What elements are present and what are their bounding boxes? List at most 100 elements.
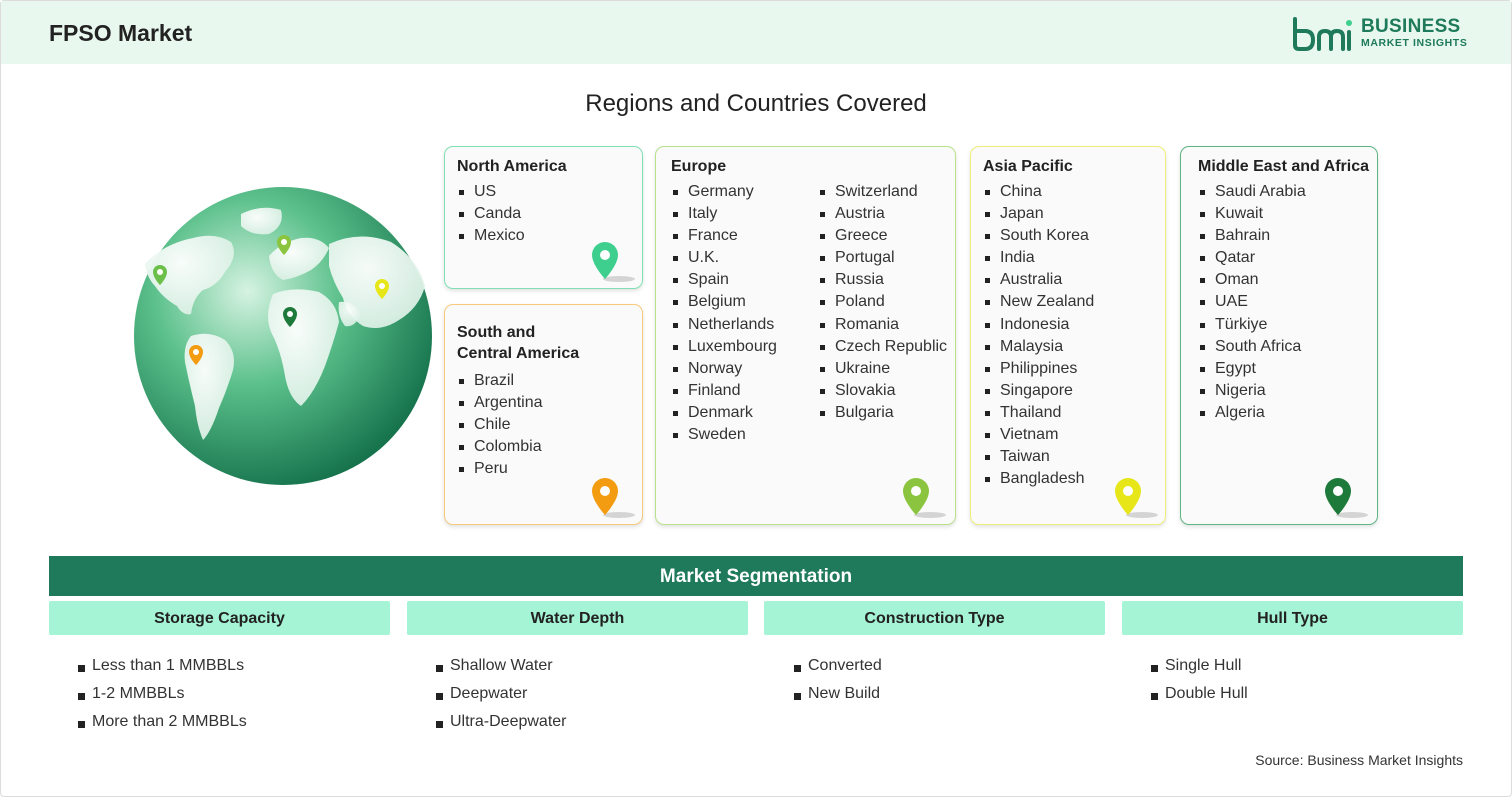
segment-list-construction-type: Converted New Build (794, 652, 882, 708)
map-pin-icon (903, 478, 946, 518)
list-item: Russia (818, 269, 947, 291)
list-item: Taiwan (983, 446, 1094, 468)
segment-header-water-depth: Water Depth (407, 601, 748, 635)
globe-icon (134, 187, 432, 485)
country-list-europe-col1: Germany Italy France U.K. Spain Belgium … (671, 181, 777, 446)
country-list-north-america: US Canda Mexico (457, 181, 525, 247)
header-bar: FPSO Market BUSINESS MARKET INSIGHTS (1, 1, 1511, 64)
list-item: Singapore (983, 380, 1094, 402)
list-item: Thailand (983, 402, 1094, 424)
list-item: Australia (983, 269, 1094, 291)
region-title-south-america: South and Central America (457, 322, 579, 364)
list-item: Saudi Arabia (1198, 181, 1306, 203)
list-item: India (983, 247, 1094, 269)
list-item: Bangladesh (983, 468, 1094, 490)
source-note: Source: Business Market Insights (1255, 752, 1463, 768)
list-item: Egypt (1198, 358, 1306, 380)
list-item: U.K. (671, 247, 777, 269)
map-pin-icon (1115, 478, 1158, 518)
list-item: Kuwait (1198, 203, 1306, 225)
region-card-europe: Europe Germany Italy France U.K. Spain B… (655, 146, 956, 525)
logo-text-market-insights: MARKET INSIGHTS (1361, 37, 1468, 50)
list-item: Japan (983, 203, 1094, 225)
list-item: Poland (818, 291, 947, 313)
region-title-middle-east-africa: Middle East and Africa (1198, 158, 1369, 175)
segment-header-construction-type: Construction Type (764, 601, 1105, 635)
country-list-south-america: Brazil Argentina Chile Colombia Peru (457, 370, 543, 480)
list-item: New Build (794, 680, 882, 708)
list-item: Brazil (457, 370, 543, 392)
segment-list-storage-capacity: Less than 1 MMBBLs 1-2 MMBBLs More than … (78, 652, 247, 736)
list-item: Converted (794, 652, 882, 680)
country-list-asia-pacific: China Japan South Korea India Australia … (983, 181, 1094, 490)
region-card-north-america: North America US Canda Mexico (444, 146, 643, 289)
segment-header-storage-capacity: Storage Capacity (49, 601, 390, 635)
map-pin-icon (592, 242, 635, 282)
list-item: Ultra-Deepwater (436, 708, 566, 736)
list-item: France (671, 225, 777, 247)
list-item: Canda (457, 203, 525, 225)
list-item: Italy (671, 203, 777, 225)
list-item: Greece (818, 225, 947, 247)
regions-section-title: Regions and Countries Covered (585, 90, 927, 117)
list-item: US (457, 181, 525, 203)
list-item: More than 2 MMBBLs (78, 708, 247, 736)
list-item: Less than 1 MMBBLs (78, 652, 247, 680)
list-item: Netherlands (671, 314, 777, 336)
list-item: Bulgaria (818, 402, 947, 424)
brand-logo: BUSINESS MARKET INSIGHTS (1291, 15, 1467, 51)
list-item: South Korea (983, 225, 1094, 247)
list-item: South Africa (1198, 336, 1306, 358)
market-segmentation-banner: Market Segmentation (49, 556, 1463, 596)
list-item: Denmark (671, 402, 777, 424)
list-item: Slovakia (818, 380, 947, 402)
list-item: Qatar (1198, 247, 1306, 269)
list-item: Switzerland (818, 181, 947, 203)
region-card-south-america: South and Central America Brazil Argenti… (444, 304, 643, 525)
list-item: Austria (818, 203, 947, 225)
segment-list-hull-type: Single Hull Double Hull (1151, 652, 1248, 708)
region-card-middle-east-africa: Middle East and Africa Saudi Arabia Kuwa… (1180, 146, 1378, 525)
region-title-line1: South and (457, 324, 536, 341)
list-item: Spain (671, 269, 777, 291)
region-title-north-america: North America (457, 158, 567, 175)
list-item: Indonesia (983, 314, 1094, 336)
list-item: Portugal (818, 247, 947, 269)
list-item: UAE (1198, 291, 1306, 313)
list-item: Norway (671, 358, 777, 380)
map-pin-icon (592, 478, 635, 518)
list-item: Nigeria (1198, 380, 1306, 402)
region-title-line2: Central America (457, 345, 580, 362)
list-item: Oman (1198, 269, 1306, 291)
list-item: Double Hull (1151, 680, 1248, 708)
list-item: Finland (671, 380, 777, 402)
country-list-middle-east-africa: Saudi Arabia Kuwait Bahrain Qatar Oman U… (1198, 181, 1306, 424)
region-card-asia-pacific: Asia Pacific China Japan South Korea Ind… (970, 146, 1166, 525)
list-item: Malaysia (983, 336, 1094, 358)
list-item: Shallow Water (436, 652, 566, 680)
list-item: Algeria (1198, 402, 1306, 424)
list-item: Sweden (671, 424, 777, 446)
segment-header-hull-type: Hull Type (1122, 601, 1463, 635)
list-item: Peru (457, 458, 543, 480)
list-item: China (983, 181, 1094, 203)
list-item: New Zealand (983, 291, 1094, 313)
list-item: Mexico (457, 225, 525, 247)
list-item: Belgium (671, 291, 777, 313)
list-item: Czech Republic (818, 336, 947, 358)
logo-text-business: BUSINESS (1361, 16, 1461, 38)
country-list-europe-col2: Switzerland Austria Greece Portugal Russ… (818, 181, 947, 424)
list-item: Vietnam (983, 424, 1094, 446)
list-item: Chile (457, 414, 543, 436)
region-title-asia-pacific: Asia Pacific (983, 158, 1073, 175)
list-item: Romania (818, 314, 947, 336)
list-item: Ukraine (818, 358, 947, 380)
list-item: Bahrain (1198, 225, 1306, 247)
list-item: Philippines (983, 358, 1094, 380)
list-item: 1-2 MMBBLs (78, 680, 247, 708)
list-item: Türkiye (1198, 314, 1306, 336)
region-title-europe: Europe (671, 158, 727, 175)
page-title: FPSO Market (49, 20, 193, 46)
list-item: Single Hull (1151, 652, 1248, 680)
list-item: Luxembourg (671, 336, 777, 358)
